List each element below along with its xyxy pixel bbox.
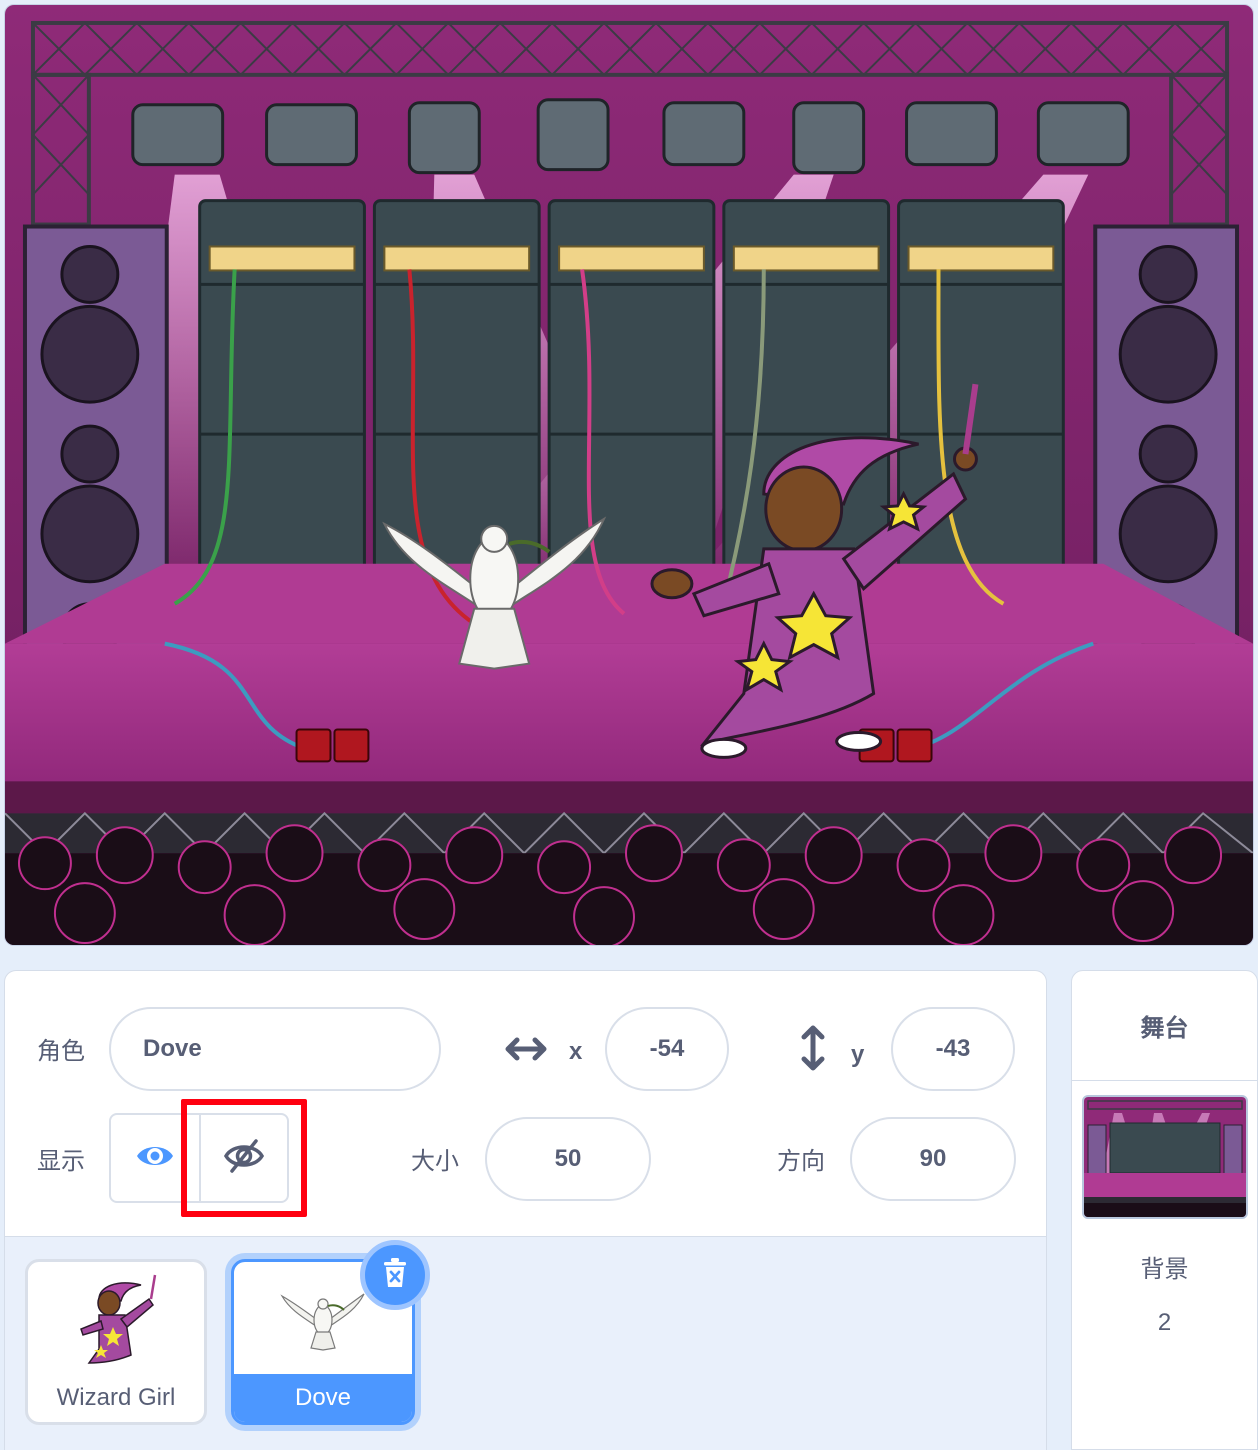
vertical-arrows-icon [801,1025,825,1076]
y-position-input[interactable]: -43 [891,1007,1015,1091]
stage-canvas[interactable] [4,4,1254,946]
x-position-value: -54 [649,1035,685,1062]
sprite-name-value: Dove [143,1035,202,1062]
stage-thumbnail[interactable] [1082,1095,1248,1219]
delete-sprite-button[interactable] [360,1240,430,1310]
wizard-girl-thumbnail [28,1262,204,1372]
stage-panel-title: 舞台 [1072,971,1257,1081]
direction-input[interactable]: 90 [850,1117,1016,1201]
x-position-input[interactable]: -54 [605,1007,729,1091]
stage-selector-panel[interactable]: 舞台 背景 2 [1071,970,1258,1450]
direction-label: 方向 [777,1147,825,1175]
backdrops-count: 2 [1157,1309,1172,1336]
y-label: y [851,1040,865,1068]
sprite-list: Wizard Girl Dove [4,1236,1047,1450]
direction-value: 90 [919,1145,947,1172]
sprite-info-panel: 角色 Dove x -54 y -43 显示 大小 50 方向 90 [4,970,1047,1238]
sprite-tile-label: Dove [234,1374,412,1422]
stage-scene [5,5,1253,945]
x-label: x [569,1037,583,1065]
backdrops-label: 背景 [1140,1255,1189,1283]
hide-button-highlight [181,1099,307,1217]
sprite-name-input[interactable]: Dove [109,1007,441,1091]
eye-icon [135,1141,175,1176]
size-input[interactable]: 50 [485,1117,651,1201]
trash-icon [381,1257,409,1294]
show-label: 显示 [37,1147,85,1175]
sprite-tile-wizard-girl[interactable]: Wizard Girl [25,1259,207,1425]
horizontal-arrows-icon [505,1033,547,1070]
sprite-name-label: 角色 [37,1037,85,1065]
y-position-value: -43 [935,1035,971,1062]
sprite-tile-label: Wizard Girl [56,1384,176,1411]
size-value: 50 [554,1145,582,1172]
size-label: 大小 [411,1147,459,1175]
